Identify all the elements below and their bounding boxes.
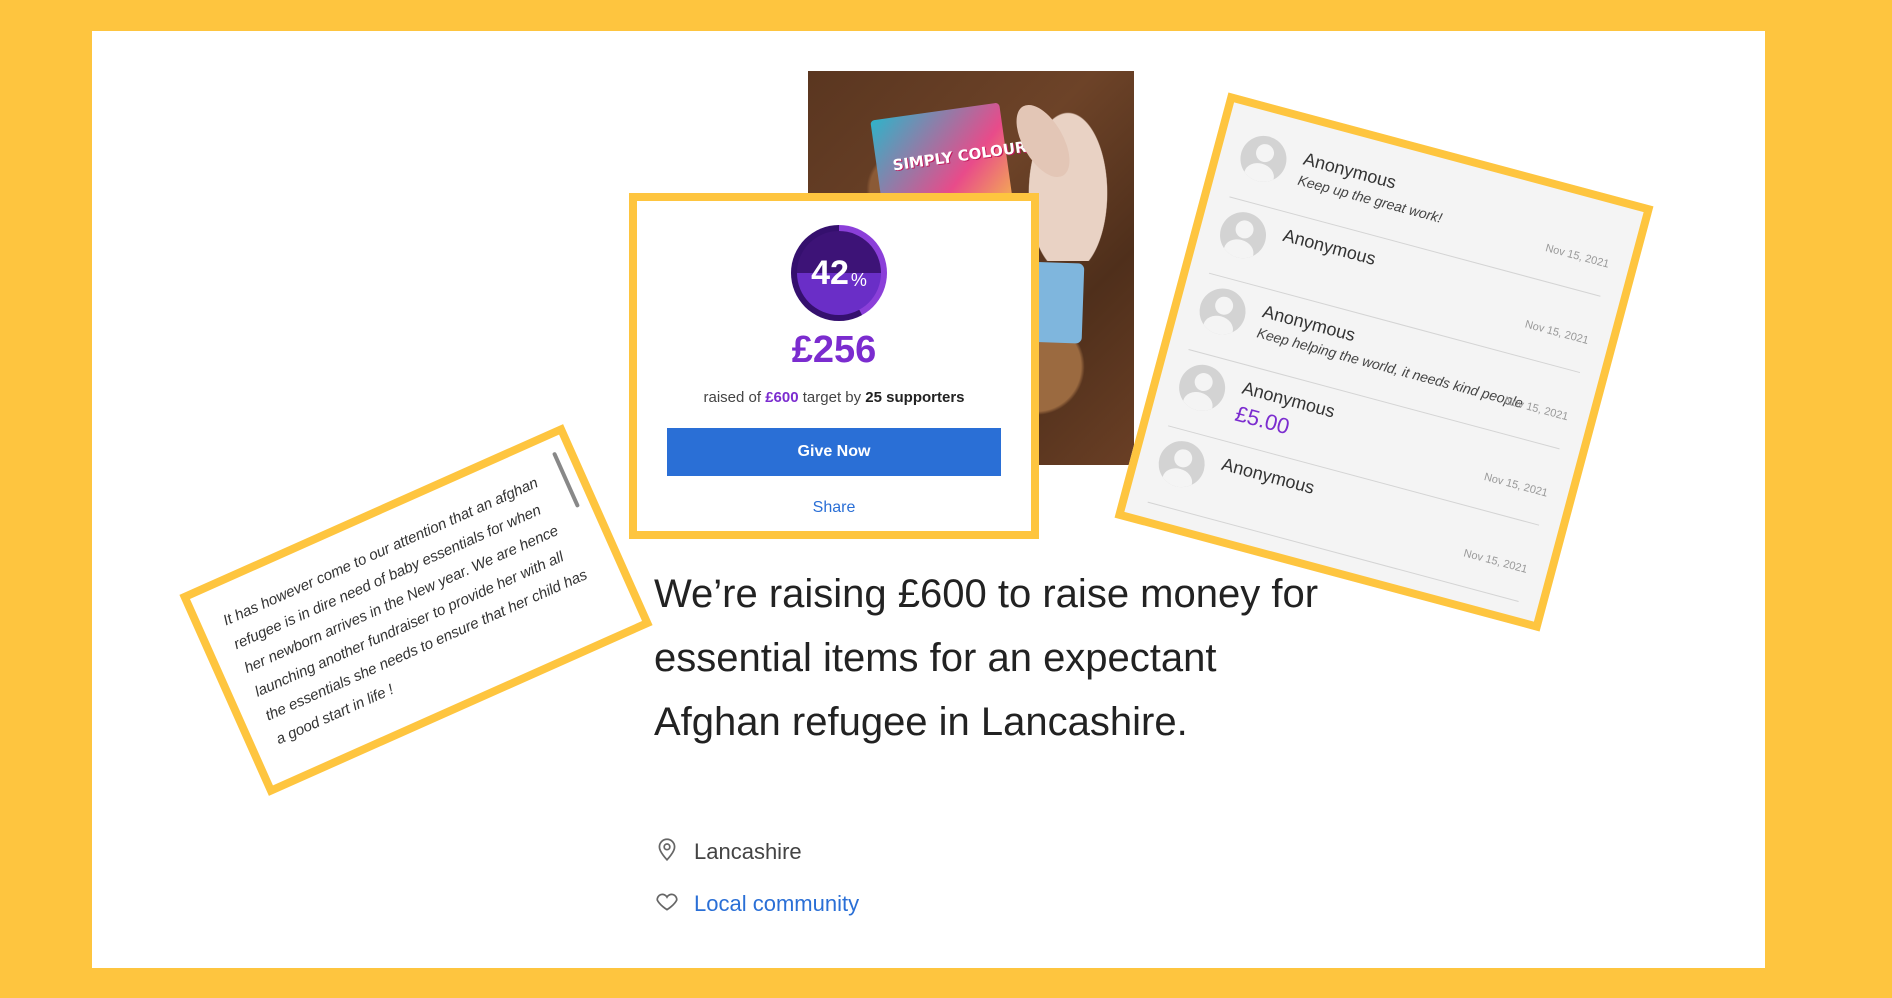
fundraiser-headline: We’re raising £600 to raise money for es…: [654, 572, 1319, 744]
progress-percent-sign: %: [850, 269, 867, 290]
give-now-button[interactable]: Give Now: [667, 428, 1001, 476]
avatar: [1173, 359, 1231, 416]
heart-icon: [654, 888, 680, 920]
progress-card: 42% £256 raised of £600 target by 25 sup…: [629, 193, 1039, 539]
target-amount: £600: [765, 389, 799, 406]
avatar: [1214, 207, 1272, 264]
comment-date: Nov 15, 2021: [1544, 242, 1611, 271]
location-pin-icon: [654, 836, 680, 868]
raised-summary: raised of £600 target by 25 supporters: [637, 389, 1031, 406]
comment-date: Nov 15, 2021: [1462, 547, 1529, 576]
location-row: Lancashire: [654, 836, 802, 868]
target-mid: target by: [802, 389, 862, 406]
supporters-count: 25 supporters: [865, 389, 965, 406]
comment-date: Nov 15, 2021: [1482, 471, 1550, 500]
raised-prefix: raised of: [703, 389, 762, 406]
progress-percent: 42%: [797, 231, 881, 315]
progress-ring: 42%: [791, 225, 887, 321]
share-link[interactable]: Share: [637, 499, 1031, 517]
category-link[interactable]: Local community: [694, 891, 859, 917]
raised-amount: £256: [791, 329, 877, 371]
avatar: [1194, 283, 1251, 340]
avatar: [1235, 130, 1292, 188]
category-row[interactable]: Local community: [654, 888, 859, 920]
location-label: Lancashire: [694, 839, 802, 864]
comment-date: Nov 15, 2021: [1503, 394, 1570, 424]
comment-date: Nov 15, 2021: [1523, 318, 1590, 347]
progress-percent-number: 42: [811, 253, 849, 292]
avatar: [1153, 435, 1210, 493]
